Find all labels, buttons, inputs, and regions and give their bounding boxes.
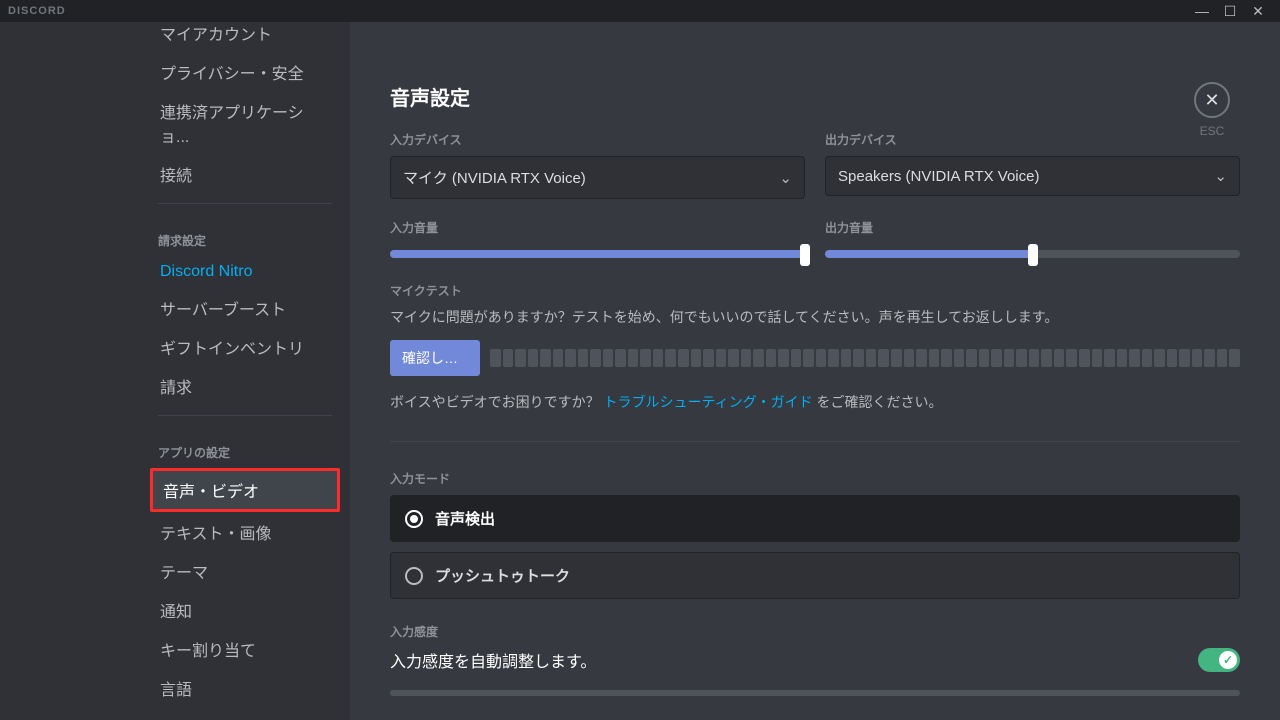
sidebar-item-connections[interactable]: 接続 [150,155,340,193]
sidebar-item-account[interactable]: マイアカウント [150,22,340,52]
chevron-down-icon: ⌄ [1214,167,1227,185]
input-volume-slider[interactable] [390,250,805,258]
output-device-select[interactable]: Speakers (NVIDIA RTX Voice) ⌄ [825,156,1240,196]
chevron-down-icon: ⌄ [779,169,792,187]
radio-icon [405,510,423,528]
sidebar-item-windows[interactable]: Windows設定 [150,708,340,720]
settings-content: ✕ ESC 音声設定 入力デバイス マイク (NVIDIA RTX Voice)… [350,22,1280,720]
output-device-label: 出力デバイス [825,131,1240,148]
sidebar-head-billing: 請求設定 [150,214,340,255]
troubleshoot-text: ボイスやビデオでお困りですか？ トラブルシューティング・ガイド をご確認ください… [390,392,1240,413]
sidebar-head-app: アプリの設定 [150,426,340,467]
close-window-icon[interactable]: ✕ [1244,0,1272,22]
mode-push-to-talk[interactable]: プッシュトゥトーク [390,552,1240,599]
close-label: ESC [1194,124,1230,138]
output-volume-label: 出力音量 [825,219,1240,236]
check-icon: ✓ [1219,651,1237,669]
mic-level-meter [490,349,1240,367]
sidebar-item-billing[interactable]: 請求 [150,367,340,405]
input-device-label: 入力デバイス [390,131,805,148]
divider [390,441,1240,442]
sensitivity-bar [390,690,1240,696]
sidebar-item-gift[interactable]: ギフトインベントリ [150,328,340,366]
maximize-icon[interactable]: ☐ [1216,0,1244,22]
sidebar-item-notifications[interactable]: 通知 [150,591,340,629]
sidebar-item-voice-video[interactable]: 音声・ビデオ [150,468,340,512]
mic-test-button[interactable]: 確認しまし... [390,340,480,376]
input-mode-label: 入力モード [390,470,1240,487]
sensitivity-auto-label: 入力感度を自動調整します。 [390,648,596,672]
sidebar-item-language[interactable]: 言語 [150,669,340,707]
page-title: 音声設定 [390,82,1240,111]
mode-voice-activity[interactable]: 音声検出 [390,495,1240,542]
sidebar-item-keybinds[interactable]: キー割り当て [150,630,340,668]
mode-voice-label: 音声検出 [435,508,495,529]
sidebar-item-boost[interactable]: サーバーブースト [150,289,340,327]
mode-ptt-label: プッシュトゥトーク [435,565,570,586]
sensitivity-auto-toggle[interactable]: ✓ [1198,648,1240,672]
minimize-icon[interactable]: — [1188,0,1216,22]
mic-test-label: マイクテスト [390,282,1240,299]
sidebar-item-nitro[interactable]: Discord Nitro [150,256,340,288]
sidebar-divider [158,203,332,204]
radio-icon [405,567,423,585]
sidebar-item-theme[interactable]: テーマ [150,552,340,590]
sidebar-divider [158,415,332,416]
close-settings[interactable]: ✕ ESC [1194,82,1230,138]
input-device-select[interactable]: マイク (NVIDIA RTX Voice) ⌄ [390,156,805,199]
sidebar-item-integrations[interactable]: 連携済アプリケーショ... [150,92,340,154]
output-volume-slider[interactable] [825,250,1240,258]
input-device-value: マイク (NVIDIA RTX Voice) [403,167,586,188]
app-brand: DISCORD [8,5,66,17]
window-controls: — ☐ ✕ [1188,0,1272,22]
titlebar: DISCORD — ☐ ✕ [0,0,1280,22]
sidebar-item-text-image[interactable]: テキスト・画像 [150,513,340,551]
sensitivity-label: 入力感度 [390,623,1240,640]
output-device-value: Speakers (NVIDIA RTX Voice) [838,168,1039,185]
input-volume-label: 入力音量 [390,219,805,236]
close-icon[interactable]: ✕ [1194,82,1230,118]
troubleshoot-link[interactable]: トラブルシューティング・ガイド [603,394,812,410]
sidebar-item-privacy[interactable]: プライバシー・安全 [150,53,340,91]
mic-test-desc: マイクに問題がありますか？テストを始め、何でもいいので話してください。声を再生し… [390,307,1240,328]
settings-sidebar: マイアカウント プライバシー・安全 連携済アプリケーショ... 接続 請求設定 … [0,22,350,720]
